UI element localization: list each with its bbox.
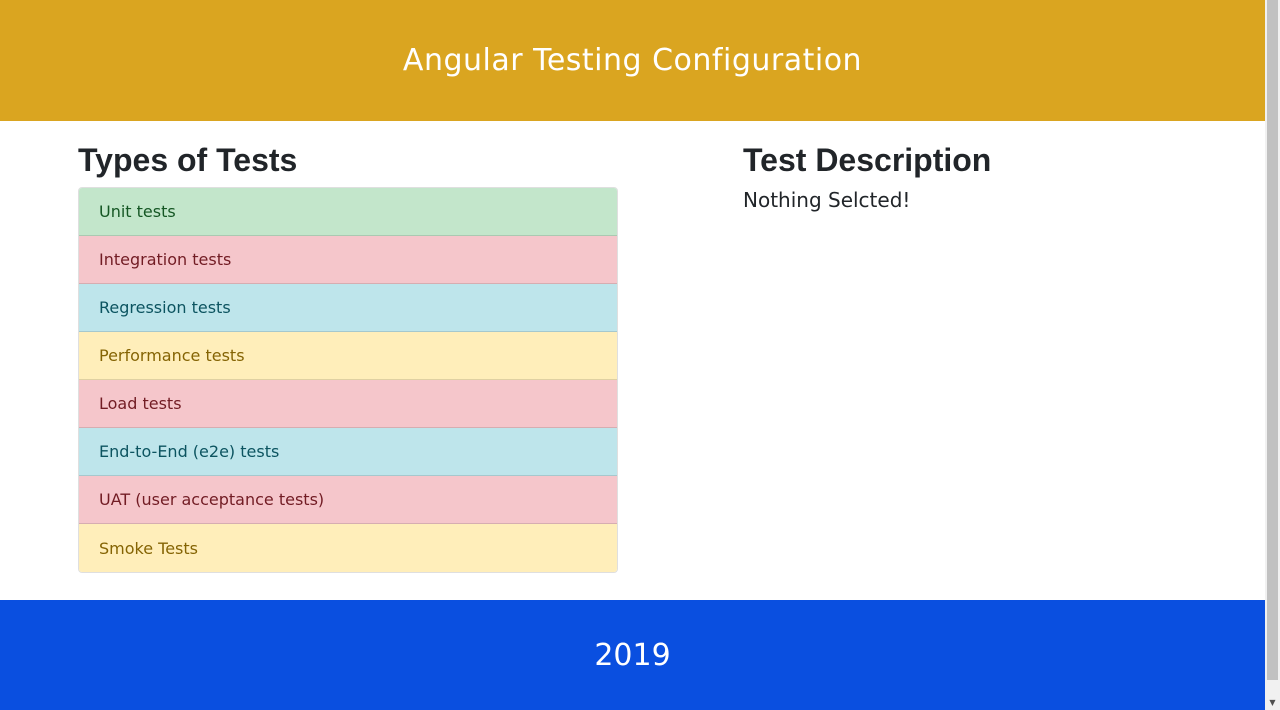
test-item-smoke[interactable]: Smoke Tests [79,524,617,572]
tests-heading: Types of Tests [78,142,298,178]
page-title: Angular Testing Configuration [402,43,863,78]
tests-list: Unit tests Integration tests Regression … [78,187,618,573]
test-item-label: Load tests [99,394,182,413]
test-item-label: End-to-End (e2e) tests [99,442,280,461]
test-item-uat[interactable]: UAT (user acceptance tests) [79,476,617,524]
test-item-label: Performance tests [99,346,245,365]
test-item-label: UAT (user acceptance tests) [99,490,325,509]
arrow-down-icon[interactable]: ▼ [1265,695,1280,710]
description-text: Nothing Selcted! [743,188,911,212]
vertical-scrollbar[interactable]: ▲ ▼ [1265,0,1280,710]
test-item-e2e[interactable]: End-to-End (e2e) tests [79,428,617,476]
page: Angular Testing Configuration Types of T… [0,0,1265,710]
test-item-integration[interactable]: Integration tests [79,236,617,284]
test-item-regression[interactable]: Regression tests [79,284,617,332]
test-item-label: Unit tests [99,202,176,221]
description-heading: Test Description [743,142,992,178]
test-item-label: Integration tests [99,250,232,269]
test-item-load[interactable]: Load tests [79,380,617,428]
test-item-performance[interactable]: Performance tests [79,332,617,380]
scrollbar-thumb[interactable] [1267,0,1278,680]
test-item-label: Smoke Tests [99,538,198,558]
description-panel: Test Description Nothing Selcted! [743,141,1223,213]
tests-panel: Types of Tests Unit tests Integration te… [78,141,618,573]
app-header: Angular Testing Configuration [0,0,1265,121]
footer-year: 2019 [594,637,671,673]
test-item-label: Regression tests [99,298,231,317]
test-item-unit[interactable]: Unit tests [79,188,617,236]
app-footer: 2019 [0,600,1265,710]
